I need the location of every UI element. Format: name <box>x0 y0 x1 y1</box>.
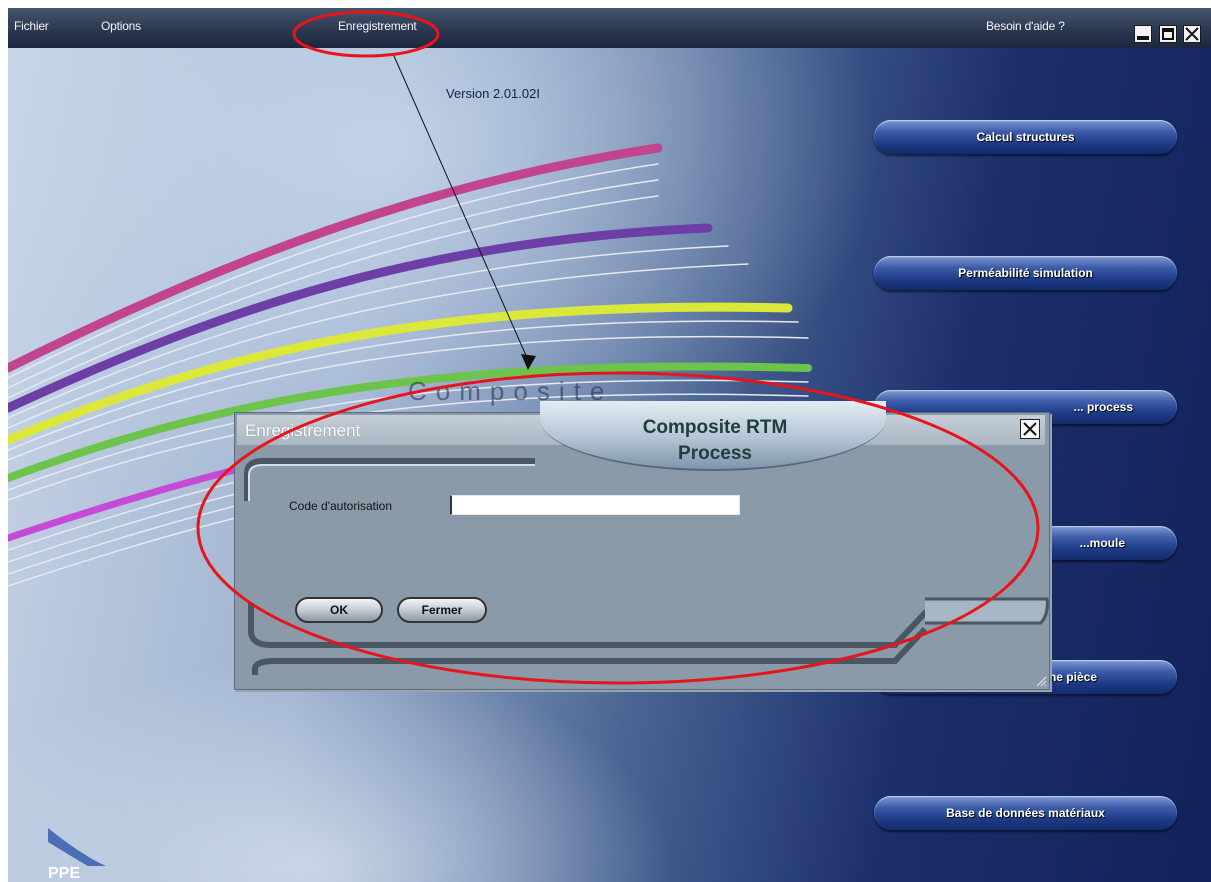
menu-options[interactable]: Options <box>101 19 141 33</box>
menu-enregistrement[interactable]: Enregistrement <box>338 19 417 33</box>
maximize-icon[interactable] <box>1159 25 1177 43</box>
ok-button[interactable]: OK <box>295 597 383 623</box>
fermer-button[interactable]: Fermer <box>397 597 487 623</box>
enregistrement-dialog: Enregistrement Composite RTM Process Cod… <box>234 401 1050 690</box>
menu-help[interactable]: Besoin d'aide ? <box>986 19 1065 33</box>
process-button-label: ... process <box>1073 400 1133 414</box>
minimize-icon[interactable] <box>1134 25 1152 43</box>
permeabilite-simulation-button[interactable]: Perméabilité simulation <box>874 256 1177 290</box>
menu-fichier[interactable]: Fichier <box>14 19 49 33</box>
menu-bar: Fichier Options Enregistrement Besoin d'… <box>8 8 1211 48</box>
dialog-frame <box>244 458 1049 675</box>
code-autorisation-input[interactable] <box>450 495 740 515</box>
moule-button-label: ...moule <box>1079 536 1125 550</box>
close-icon[interactable] <box>1183 25 1201 43</box>
version-label: Version 2.01.02I <box>446 86 540 101</box>
base-donnees-materiaux-button[interactable]: Base de données matériaux <box>874 796 1177 830</box>
app-window: Fichier Options Enregistrement Besoin d'… <box>8 8 1211 882</box>
calcul-structures-button[interactable]: Calcul structures <box>874 120 1177 154</box>
logo-text: PPE <box>48 865 80 882</box>
code-autorisation-label: Code d'autorisation <box>289 499 393 513</box>
resize-grip-icon[interactable] <box>1035 675 1047 687</box>
ppe-logo: PPE <box>48 828 118 882</box>
